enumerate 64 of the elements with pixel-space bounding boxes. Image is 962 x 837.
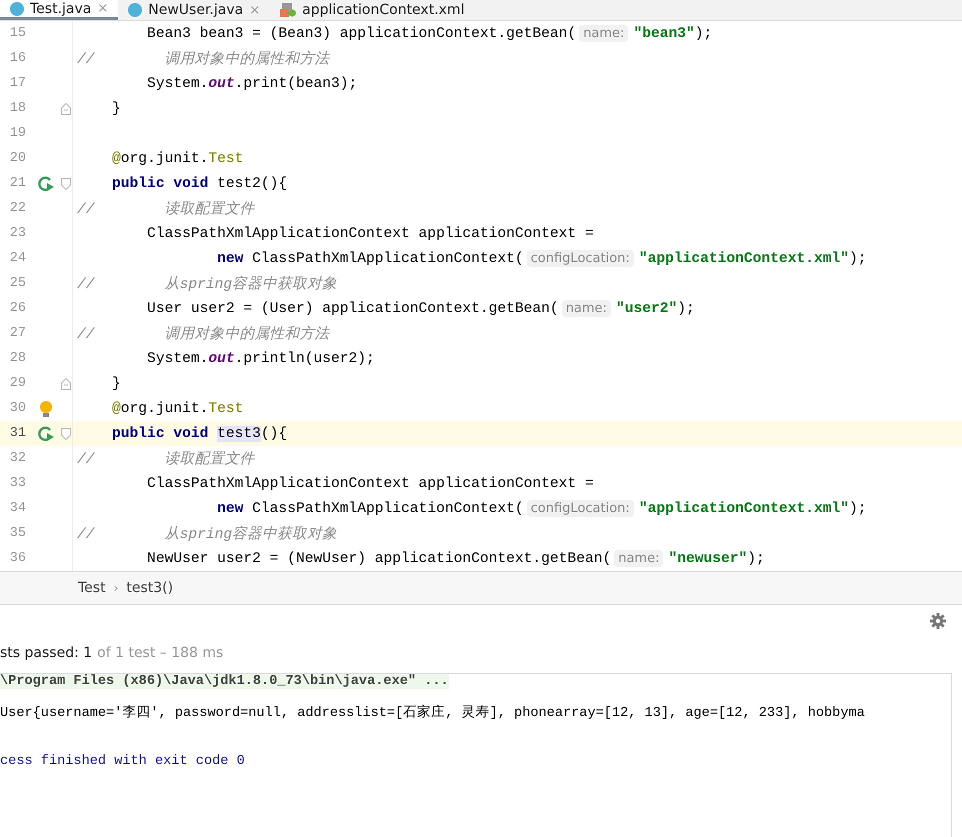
tests-passed-status: sts passed: 1 — [0, 645, 92, 661]
editor-tab[interactable]: applicationContext.xml — [270, 0, 474, 20]
line-number: 23 — [8, 226, 27, 241]
breadcrumb-item[interactable]: test3() — [126, 580, 174, 596]
code-line: } — [111, 100, 121, 116]
code-line: Bean3 bean3 = (Bean3) applicationContext.getBean( name: "bean3"); — [146, 26, 712, 42]
code-line: @org.junit.Test — [111, 400, 244, 416]
code-line: // 读取配置文件 — [77, 200, 255, 218]
xml-file-icon — [280, 3, 296, 17]
code-line: User user2 = (User) applicationContext.getBean( name: "user2"); — [146, 300, 695, 316]
breadcrumb-item[interactable]: Test — [78, 580, 106, 596]
code-line: // 从spring容器中获取对象 — [77, 524, 338, 543]
line-number: 27 — [8, 326, 27, 341]
code-line: @org.junit.Test — [111, 150, 244, 166]
lightbulb-icon[interactable] — [39, 400, 53, 418]
line-number: 30 — [8, 401, 27, 416]
line-number: 25 — [8, 276, 27, 291]
line-number: 20 — [8, 151, 27, 166]
breadcrumb-separator: › — [114, 581, 118, 595]
code-line: System.out.print(bean3); — [146, 76, 358, 92]
line-number: 24 — [8, 251, 27, 266]
code-line: new ClassPathXmlApplicationContext( configLocation: "applicationContext.xml"); — [216, 500, 867, 516]
console-output-line: User{username='李四', password=null, addresslist=[石家庄, 灵寿], phonearray=[12, 13], age=[12, 233], hobbyma — [0, 704, 865, 720]
code-line: public void test2(){ — [111, 176, 288, 192]
line-number: 21 — [8, 176, 27, 191]
code-line: NewUser user2 = (NewUser) applicationContext.getBean( name: "newuser"); — [146, 550, 765, 566]
code-line: // 读取配置文件 — [77, 450, 255, 468]
process-exit-message: cess finished with exit code 0 — [0, 754, 245, 769]
line-number: 17 — [8, 76, 27, 91]
fold-start-icon[interactable] — [61, 178, 71, 190]
run-test-icon[interactable] — [38, 176, 54, 192]
code-line: } — [111, 376, 121, 392]
fold-end-icon[interactable] — [61, 378, 71, 390]
code-line: // 调用对象中的属性和方法 — [77, 324, 330, 343]
run-test-icon[interactable] — [38, 426, 54, 442]
line-number: 35 — [8, 526, 27, 541]
line-number: 15 — [8, 26, 27, 41]
code-line: // 从spring容器中获取对象 — [77, 274, 338, 293]
line-number: 34 — [8, 501, 27, 516]
line-number: 31 — [8, 426, 27, 441]
class-icon — [128, 3, 142, 17]
fold-end-icon[interactable] — [61, 102, 71, 114]
code-line: public void test3(){ — [111, 426, 288, 442]
code-line: ClassPathXmlApplicationContext applicationContext = — [146, 226, 594, 242]
line-number: 19 — [8, 126, 27, 141]
line-number: 33 — [8, 476, 27, 491]
editor-tab[interactable]: NewUser.java × — [118, 0, 270, 20]
class-icon — [10, 2, 24, 16]
line-number: 16 — [8, 51, 27, 66]
code-line: new ClassPathXmlApplicationContext( configLocation: "applicationContext.xml"); — [216, 250, 867, 266]
line-number: 32 — [8, 451, 27, 466]
code-line: // 调用对象中的属性和方法 — [77, 50, 330, 68]
code-line: System.out.println(user2); — [146, 350, 375, 366]
line-number: 22 — [8, 201, 27, 216]
test-duration-text: of 1 test – 188 ms — [97, 645, 224, 661]
editor-tab[interactable]: Test.java × — [0, 0, 118, 20]
line-number: 36 — [8, 551, 27, 566]
line-number: 28 — [8, 351, 27, 366]
line-number: 29 — [8, 376, 27, 391]
line-number: 26 — [8, 301, 27, 316]
code-line: ClassPathXmlApplicationContext applicationContext = — [146, 476, 594, 492]
fold-start-icon[interactable] — [61, 428, 71, 440]
settings-icon[interactable] — [930, 613, 946, 629]
line-number: 18 — [8, 101, 27, 116]
